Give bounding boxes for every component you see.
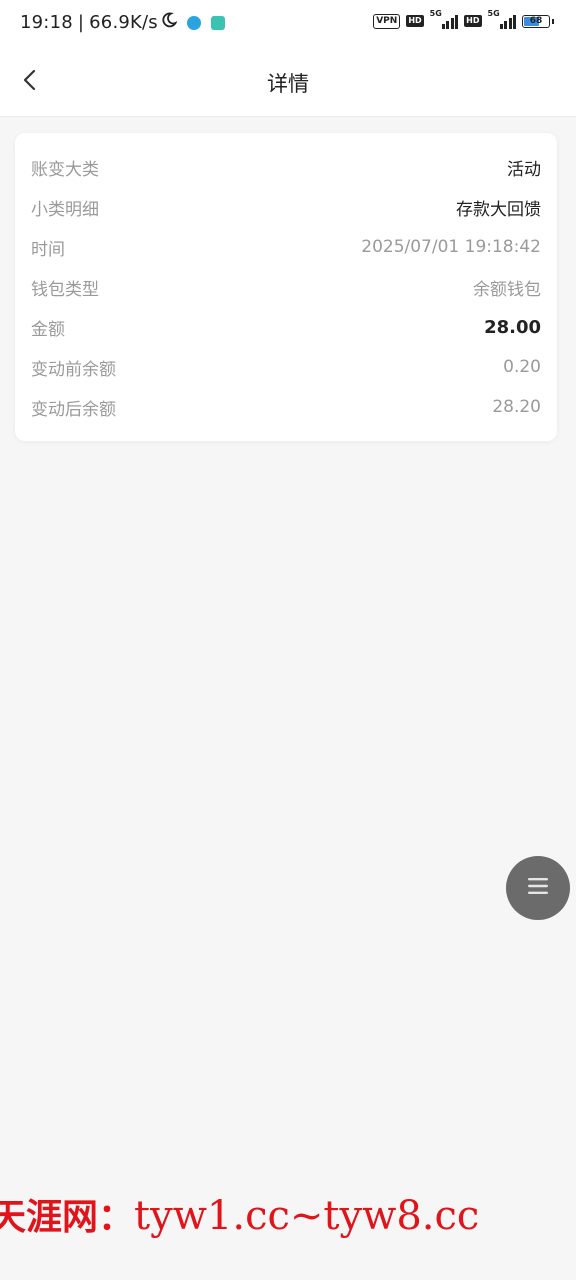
- floating-menu-button[interactable]: [506, 856, 570, 920]
- row-value: 28.00: [484, 316, 541, 338]
- detail-row-wallet-type: 钱包类型 余额钱包: [31, 267, 541, 307]
- row-label: 时间: [31, 239, 65, 260]
- signal-icon-2: 5G: [488, 9, 516, 29]
- row-value: 0.20: [503, 357, 541, 377]
- moon-icon: [161, 12, 178, 33]
- hd-badge-2: HD: [464, 15, 482, 27]
- page-title: 详情: [267, 72, 309, 96]
- row-label: 金额: [31, 319, 65, 340]
- app-shield-icon: [210, 15, 225, 30]
- nav-bar: 详情: [0, 48, 576, 117]
- detail-row-category: 账变大类 活动: [31, 147, 541, 187]
- network-type-1: 5G: [429, 9, 442, 18]
- detail-card: 账变大类 活动 小类明细 存款大回馈 时间 2025/07/01 19:18:4…: [15, 133, 557, 441]
- row-label: 账变大类: [31, 159, 99, 180]
- detail-row-amount: 金额 28.00: [31, 307, 541, 347]
- watermark: 天涯网：tyw1.cc~tyw8.cc: [0, 1188, 576, 1244]
- battery-icon: 68: [522, 14, 550, 28]
- network-speed: 66.9K/s: [89, 12, 158, 33]
- battery-cap: [552, 18, 554, 24]
- row-label: 变动前余额: [31, 359, 116, 380]
- detail-row-time: 时间 2025/07/01 19:18:42: [31, 227, 541, 267]
- detail-row-balance-before: 变动前余额 0.20: [31, 347, 541, 387]
- signal-icon: 5G: [430, 9, 459, 29]
- battery-level: 68: [529, 15, 543, 26]
- network-type-2: 5G: [487, 9, 500, 18]
- row-label: 钱包类型: [31, 279, 99, 300]
- row-label: 变动后余额: [31, 399, 116, 420]
- vpn-badge: VPN: [373, 13, 401, 29]
- row-value: 余额钱包: [473, 279, 541, 300]
- menu-icon: [527, 877, 549, 899]
- watermark-site-name: 天涯网：: [0, 1196, 135, 1238]
- row-value: 活动: [507, 159, 541, 180]
- hd-badge-1: HD: [406, 15, 424, 27]
- row-value: 28.20: [492, 397, 541, 417]
- detail-row-balance-after: 变动后余额 28.20: [31, 387, 541, 427]
- status-left: 19:18 | 66.9K/s: [20, 12, 225, 33]
- status-bar: 19:18 | 66.9K/s VPN HD 5G HD 5G 68: [0, 0, 576, 48]
- row-value: 存款大回馈: [456, 199, 541, 220]
- clock: 19:18: [20, 12, 73, 33]
- telegram-icon: [186, 15, 201, 30]
- watermark-url: tyw1.cc~tyw8.cc: [134, 1193, 480, 1239]
- row-label: 小类明细: [31, 199, 99, 220]
- status-separator: |: [77, 12, 85, 33]
- row-value: 2025/07/01 19:18:42: [361, 237, 541, 257]
- detail-row-subcategory: 小类明细 存款大回馈: [31, 187, 541, 227]
- status-right: VPN HD 5G HD 5G 68: [373, 9, 554, 29]
